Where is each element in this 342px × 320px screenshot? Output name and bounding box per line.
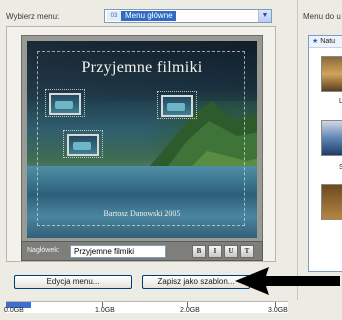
menu-select-label: Wybierz menu:	[6, 12, 60, 21]
capacity-tick-label: 0.0GB	[4, 307, 24, 314]
templates-tab-label: Natu	[320, 38, 336, 45]
right-panel-label: Menu do u	[303, 12, 341, 21]
menu-select[interactable]: Menu główne 03 ▼	[104, 9, 272, 23]
star-icon: ★	[312, 38, 319, 45]
edit-menu-button[interactable]: Edycja menu...	[14, 275, 132, 289]
chapter-thumbnail[interactable]	[67, 134, 99, 156]
bold-button[interactable]: B	[192, 245, 206, 258]
template-thumbnail[interactable]	[321, 56, 342, 92]
template-thumbnail[interactable]	[321, 184, 342, 220]
disc-capacity-bar	[6, 301, 288, 313]
capacity-tick-label: 3.0GB	[268, 307, 288, 314]
menu-preview: Przyjemne filmiki Bartosz Danowski 2005	[27, 41, 257, 238]
template-thumbnail[interactable]	[321, 120, 342, 156]
menu-editor-panel: Przyjemne filmiki Bartosz Danowski 2005 …	[6, 26, 276, 262]
italic-button[interactable]: I	[208, 245, 222, 258]
heading-input[interactable]	[70, 245, 166, 258]
heading-label: Nagłówek:	[27, 247, 60, 254]
preview-author: Bartosz Danowski 2005	[103, 209, 181, 218]
heading-toolbar: Nagłówek: B I U T	[21, 241, 263, 261]
menu-number-badge: 03	[107, 11, 121, 21]
chapter-thumbnail[interactable]	[49, 93, 81, 115]
arrow-left-icon	[235, 267, 340, 295]
capacity-tick-label: 1.0GB	[95, 307, 115, 314]
underline-button[interactable]: U	[224, 245, 238, 258]
templates-panel: ★Natu L Sh	[308, 35, 342, 272]
panel-divider	[297, 0, 298, 300]
preview-title: Przyjemne filmiki	[81, 59, 203, 76]
chapter-thumbnail[interactable]	[161, 95, 193, 117]
templates-tab[interactable]: ★ Natu	[309, 36, 342, 48]
menu-preview-frame: Przyjemne filmiki Bartosz Danowski 2005	[21, 35, 263, 245]
text-style-button[interactable]: T	[240, 245, 254, 258]
chevron-down-icon[interactable]: ▼	[258, 10, 271, 22]
capacity-tick-label: 2.0GB	[180, 307, 200, 314]
